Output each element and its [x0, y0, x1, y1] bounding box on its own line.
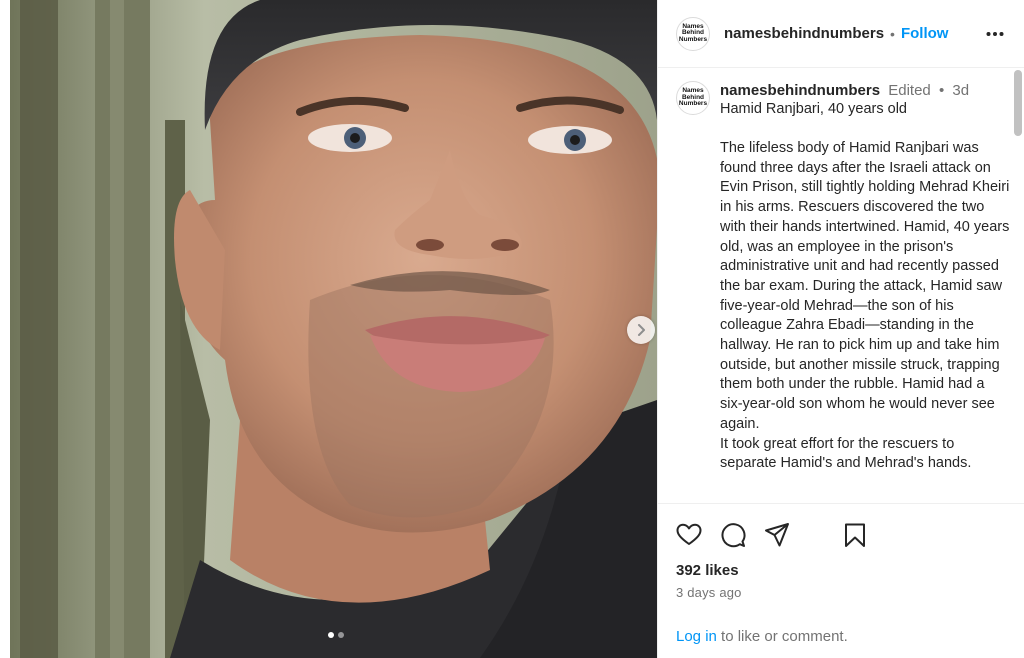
caption-text: The lifeless body of Hamid Ranjbari was …	[720, 140, 1010, 472]
caption-body: namesbehindnumbers Edited • 3d Hamid Ran…	[720, 81, 1010, 474]
portrait-photo	[10, 0, 657, 658]
action-bar	[676, 522, 1006, 550]
post-actions-area: 392 likes 3 days ago Log in to like or c…	[658, 503, 1024, 658]
follow-button[interactable]: Follow	[901, 25, 949, 42]
comments-area[interactable]: Names Behind Numbers namesbehindnumbers …	[658, 69, 1024, 502]
avatar[interactable]: Names Behind Numbers	[676, 81, 710, 115]
login-prompt-text: to like or comment.	[716, 628, 848, 645]
caption: Names Behind Numbers namesbehindnumbers …	[658, 69, 1024, 474]
carousel-dot-active	[328, 632, 334, 638]
separator-dot: •	[890, 25, 895, 42]
avatar-text-line: Numbers	[678, 100, 708, 108]
heart-icon[interactable]	[676, 522, 702, 553]
caption-title: Hamid Ranjbari, 40 years old	[720, 101, 907, 117]
chevron-right-icon	[636, 324, 646, 336]
login-prompt: Log in to like or comment.	[676, 628, 848, 645]
carousel-indicator	[328, 632, 344, 638]
scrollbar-thumb[interactable]	[1014, 70, 1022, 136]
likes-count[interactable]: 392 likes	[676, 562, 739, 579]
login-link[interactable]: Log in	[676, 628, 717, 645]
next-slide-button[interactable]	[627, 316, 655, 344]
post-header: Names Behind Numbers namesbehindnumbers …	[658, 0, 1024, 68]
post-image[interactable]	[10, 0, 657, 658]
more-options-icon[interactable]	[986, 22, 1004, 51]
comment-icon[interactable]	[720, 522, 746, 553]
username-link[interactable]: namesbehindnumbers	[724, 25, 884, 42]
caption-header: namesbehindnumbers Edited • 3d	[720, 81, 1010, 100]
carousel-dot	[338, 632, 344, 638]
caption-username[interactable]: namesbehindnumbers	[720, 82, 880, 99]
bookmark-icon[interactable]	[842, 522, 868, 553]
post-timestamp[interactable]: 3 days ago	[676, 585, 742, 600]
separator-dot: •	[938, 82, 945, 99]
edited-label: Edited	[888, 82, 931, 99]
post-age: 3d	[952, 82, 970, 99]
share-icon[interactable]	[764, 522, 790, 553]
avatar[interactable]: Names Behind Numbers	[676, 16, 710, 51]
post-sidebar: Names Behind Numbers namesbehindnumbers …	[657, 0, 1024, 658]
avatar-text-line: Numbers	[678, 35, 708, 43]
